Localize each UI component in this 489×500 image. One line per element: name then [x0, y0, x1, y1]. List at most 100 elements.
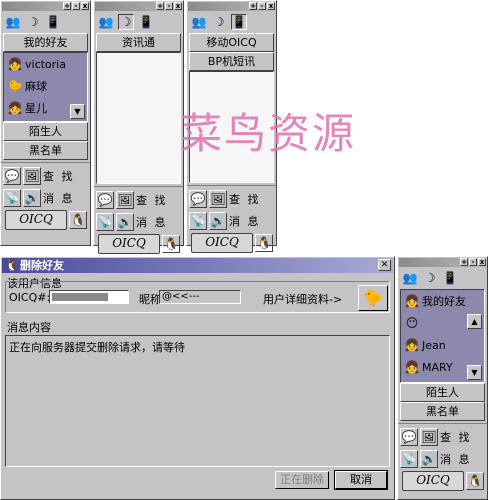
group-pager-sms[interactable]: BP机短讯 — [189, 52, 274, 71]
message-label[interactable]: 消 息 — [43, 190, 75, 206]
phone-icon[interactable]: 📱 — [138, 14, 154, 30]
pin-button[interactable]: + — [460, 258, 468, 266]
oicq-label: OICQ#: — [9, 291, 51, 304]
search-icon[interactable]: 🖼 — [209, 190, 227, 208]
minimize-button[interactable]: - — [258, 2, 266, 10]
qq-window-1: + - x 👥 ☽ 📱 我的好友 👧 victoria 🐤 麻球 👧 星儿 ▼ … — [0, 0, 91, 246]
users-icon[interactable]: 👥 — [191, 14, 207, 30]
title-bar: + - x — [95, 2, 182, 11]
qq-window-side: + - x 👥 ☽ 📱 👧 我的好友 😶 👧 Jean 👧 MARY ▲ ▼ 陌… — [397, 256, 488, 500]
chat-icon[interactable]: 💬 — [400, 428, 418, 446]
divider — [398, 423, 487, 424]
friend-item[interactable]: 👧 Jean — [401, 334, 484, 356]
penguin-icon[interactable]: 🐧 — [69, 211, 87, 229]
friend-list: 👧 我的好友 😶 👧 Jean 👧 MARY ▲ ▼ — [400, 289, 485, 383]
oicq-number-field[interactable] — [49, 290, 129, 304]
group-header[interactable]: 👧 我的好友 — [401, 290, 484, 312]
broadcast-icon[interactable]: 📡 — [400, 450, 418, 468]
broadcast-icon[interactable]: 📡 — [189, 212, 207, 230]
close-button[interactable]: x — [174, 2, 182, 10]
moon-icon[interactable]: ☽ — [25, 14, 41, 30]
group-my-friends[interactable]: 我的好友 — [3, 33, 88, 52]
search-label[interactable]: 查 找 — [229, 191, 261, 207]
speaker-icon[interactable]: 🔊 — [116, 213, 134, 231]
close-button[interactable]: x — [81, 2, 89, 10]
group-blacklist[interactable]: 黑名单 — [400, 402, 485, 421]
search-label[interactable]: 查 找 — [43, 168, 75, 184]
penguin-icon[interactable]: 🐧 — [162, 235, 180, 253]
close-button[interactable]: ✕ — [378, 259, 391, 271]
group-strangers[interactable]: 陌生人 — [400, 383, 485, 402]
group-strangers[interactable]: 陌生人 — [3, 122, 88, 141]
user-details-label: 用户详细资料-> — [263, 293, 343, 306]
group-news[interactable]: 资讯通 — [96, 33, 181, 52]
redacted-number — [52, 293, 108, 301]
broadcast-icon[interactable]: 📡 — [3, 189, 21, 207]
bird-avatar-icon: 🐤 — [7, 79, 23, 93]
pin-button[interactable]: + — [156, 2, 164, 10]
moon-icon[interactable]: ☽ — [118, 14, 134, 30]
friend-item[interactable]: 🐤 麻球 — [4, 75, 87, 97]
users-icon[interactable]: 👥 — [402, 270, 418, 286]
message-content-area[interactable]: 正在向服务器提交删除请求，请等待 — [5, 335, 390, 467]
friend-item[interactable]: 👧 victoria — [4, 53, 87, 75]
chat-icon[interactable]: 💬 — [189, 190, 207, 208]
message-label[interactable]: 消 息 — [229, 213, 261, 229]
close-button[interactable]: x — [478, 258, 486, 266]
title-bar: + - x — [2, 2, 89, 11]
scroll-down-button[interactable]: ▼ — [467, 365, 482, 380]
search-icon[interactable]: 🖼 — [116, 191, 134, 209]
moon-icon[interactable]: ☽ — [422, 270, 438, 286]
close-button[interactable]: x — [267, 2, 275, 10]
penguin-icon[interactable]: 🐧 — [255, 234, 273, 252]
friend-name: Jean — [422, 338, 446, 352]
speaker-icon[interactable]: 🔊 — [209, 212, 227, 230]
search-icon[interactable]: 🖼 — [23, 167, 41, 185]
message-label[interactable]: 消 息 — [440, 451, 472, 467]
moon-icon[interactable]: ☽ — [211, 14, 227, 30]
user-details-avatar-button[interactable]: 🐤 — [358, 285, 388, 311]
chat-icon[interactable]: 💬 — [3, 167, 21, 185]
search-icon[interactable]: 🖼 — [420, 428, 438, 446]
oicq-logo[interactable]: OICQ — [98, 234, 160, 254]
scroll-down-button[interactable]: ▼ — [70, 104, 85, 119]
friend-name: victoria — [25, 57, 66, 71]
users-icon[interactable]: 👥 — [98, 14, 114, 30]
delete-friend-dialog: 🐧 删除好友 ✕ 该用户信息 OICQ#: 昵称: @<<--- 用户详细资料-… — [0, 256, 395, 500]
scroll-up-button[interactable]: ▲ — [467, 314, 482, 329]
oicq-logo[interactable]: OICQ — [5, 210, 67, 230]
qq-window-2: + - x 👥 ☽ 📱 资讯通 💬 🖼 查 找 📡 🔊 消 息 OICQ 🐧 — [93, 0, 184, 254]
friend-name: 麻球 — [25, 80, 47, 93]
deleting-button[interactable]: 正在删除 — [275, 471, 329, 489]
oicq-logo[interactable]: OICQ — [191, 233, 253, 253]
speaker-icon[interactable]: 🔊 — [420, 450, 438, 468]
group-blacklist[interactable]: 黑名单 — [3, 141, 88, 160]
speaker-icon[interactable]: 🔊 — [23, 189, 41, 207]
pin-button[interactable]: + — [249, 2, 257, 10]
nickname-field[interactable]: @<<--- — [159, 290, 241, 304]
phone-icon[interactable]: 📱 — [442, 270, 458, 286]
search-label[interactable]: 查 找 — [440, 429, 472, 445]
minimize-button[interactable]: - — [72, 2, 80, 10]
chat-icon[interactable]: 💬 — [96, 191, 114, 209]
pin-button[interactable]: + — [63, 2, 71, 10]
search-label[interactable]: 查 找 — [136, 192, 168, 208]
users-icon[interactable]: 👥 — [5, 14, 21, 30]
minimize-button[interactable]: - — [469, 258, 477, 266]
toolbar: 👥 ☽ 📱 — [398, 267, 487, 289]
broadcast-icon[interactable]: 📡 — [96, 213, 114, 231]
phone-icon[interactable]: 📱 — [231, 14, 247, 30]
message-label[interactable]: 消 息 — [136, 214, 168, 230]
penguin-icon[interactable]: 🐧 — [466, 472, 484, 490]
phone-icon[interactable]: 📱 — [45, 14, 61, 30]
cancel-button[interactable]: 取消 — [334, 470, 388, 490]
title-bar: + - x — [188, 2, 275, 11]
toolbar: 👥 ☽ 📱 — [187, 11, 276, 33]
girl-avatar-icon: 👧 — [404, 360, 420, 374]
group-mobile-oicq[interactable]: 移动OICQ — [189, 33, 274, 52]
girl-avatar-icon: 👧 — [404, 338, 420, 352]
friend-name: 星儿 — [25, 102, 47, 115]
face-avatar-icon: 😶 — [405, 316, 419, 330]
minimize-button[interactable]: - — [165, 2, 173, 10]
oicq-logo[interactable]: OICQ — [402, 471, 464, 491]
